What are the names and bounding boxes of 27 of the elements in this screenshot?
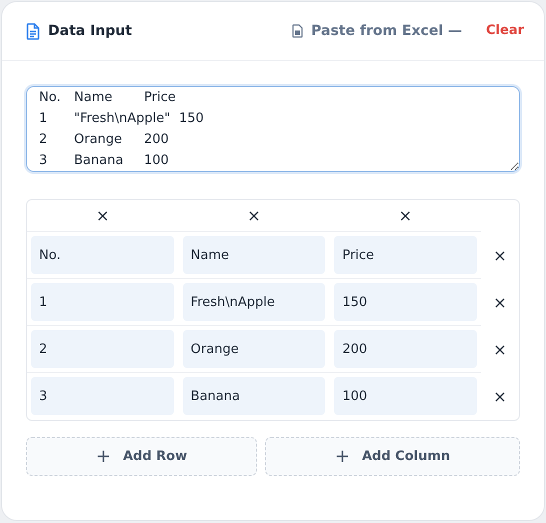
paste-input-field[interactable]: No. Name Price 1 "Fresh\nApple" 150 2 Orange 200 3 Banana 100 [26, 86, 520, 172]
table-cell-field[interactable]: 3 [31, 377, 174, 415]
clear-button[interactable]: Clear [486, 21, 524, 41]
spreadsheet-icon [292, 24, 304, 38]
remove-row-button[interactable]: × [493, 342, 507, 358]
remove-row-button[interactable]: × [493, 294, 507, 310]
remove-column-button[interactable]: × [398, 208, 412, 224]
panel-title: Data Input [48, 22, 132, 40]
remove-row-button[interactable]: × [493, 248, 507, 264]
table-cell-field[interactable]: No. [31, 236, 174, 274]
table-cell-field[interactable]: 2 [31, 330, 174, 368]
remove-column-button[interactable]: × [247, 208, 261, 224]
table-cell-field[interactable]: Name [182, 236, 326, 274]
add-column-button[interactable]: + Add Column [265, 437, 520, 476]
table-cell-field[interactable]: 100 [334, 377, 477, 415]
table-cell-field[interactable]: Price [334, 236, 477, 274]
table-cell-field[interactable]: Banana [182, 377, 326, 415]
table-cell-field[interactable]: 200 [334, 330, 477, 368]
table-cell-field[interactable]: Orange [182, 330, 326, 368]
table-cell-field[interactable]: 150 [334, 283, 477, 321]
paste-from-excel-button[interactable]: Paste from Excel — [292, 20, 462, 42]
document-icon [26, 22, 40, 40]
table-cell-field[interactable]: Fresh\nApple [182, 283, 326, 321]
table-cell-field[interactable]: 1 [31, 283, 174, 321]
remove-row-button[interactable]: × [493, 388, 507, 404]
add-row-button[interactable]: + Add Row [26, 437, 257, 476]
remove-column-button[interactable]: × [96, 208, 110, 224]
